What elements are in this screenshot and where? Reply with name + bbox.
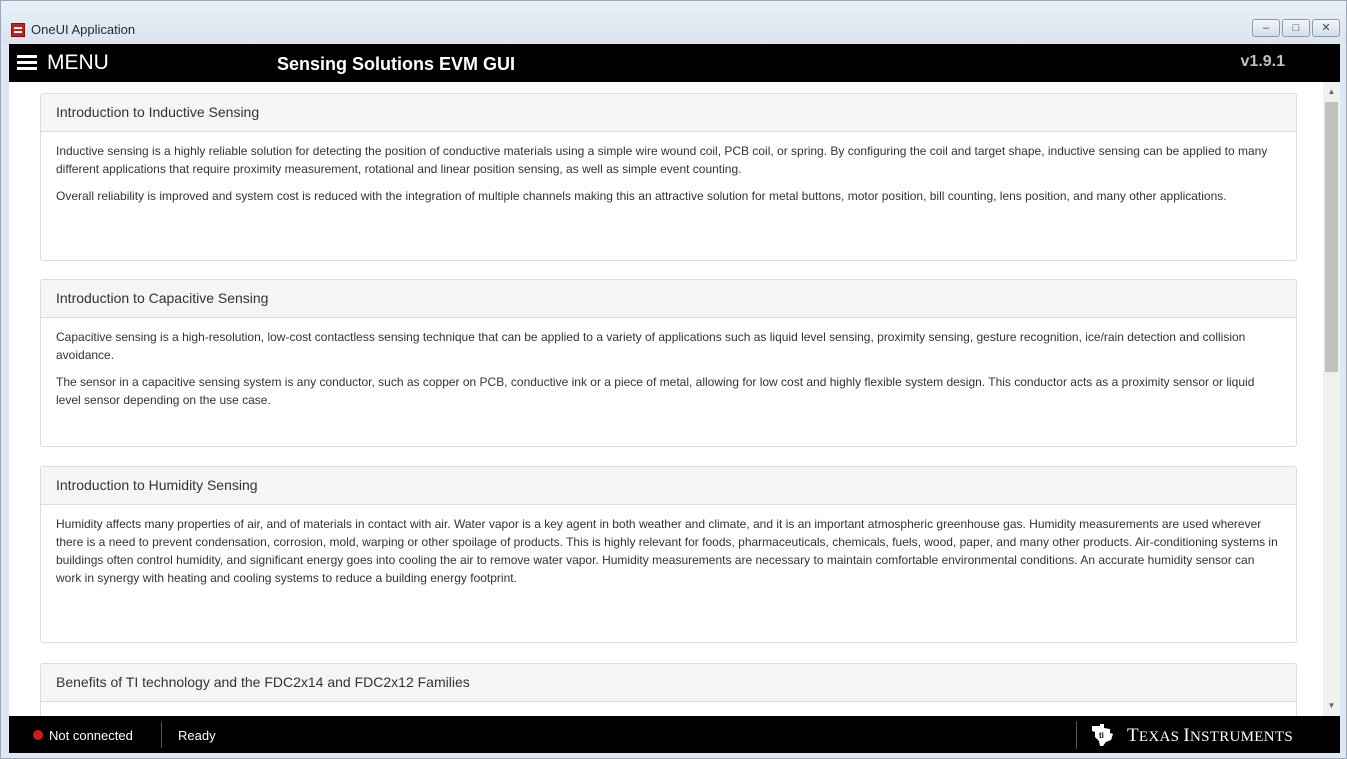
window-titlebar[interactable]: OneUI Application – □ ✕ — [1, 1, 1346, 43]
window-controls: – □ ✕ — [1252, 19, 1340, 37]
panel-ti-benefits: Benefits of TI technology and the FDC2x1… — [40, 663, 1297, 716]
minimize-icon: – — [1262, 21, 1270, 34]
panel-heading: Introduction to Humidity Sensing — [41, 467, 1296, 505]
panel-paragraph: Inductive sensing is a highly reliable s… — [56, 144, 1268, 176]
close-button[interactable]: ✕ — [1312, 19, 1340, 37]
panel-heading: Benefits of TI technology and the FDC2x1… — [41, 664, 1296, 702]
panel-capacitive-sensing: Introduction to Capacitive Sensing Capac… — [40, 279, 1297, 447]
menu-label: MENU — [47, 51, 109, 74]
scroll-down-icon[interactable]: ▼ — [1323, 698, 1340, 714]
status-text: Ready — [178, 728, 216, 743]
brand-divider — [1076, 721, 1077, 749]
maximize-icon: □ — [1292, 21, 1300, 34]
main-content[interactable]: Introduction to Inductive Sensing Induct… — [9, 82, 1340, 716]
brand-name: TEXAS INSTRUMENTS — [1127, 725, 1293, 746]
connection-status[interactable]: Not connected — [49, 728, 133, 743]
panel-body: Inductive sensing is a highly reliable s… — [41, 132, 1296, 222]
menu-button[interactable]: MENU — [9, 44, 109, 82]
panel-paragraph: Capacitive sensing is a high-resolution,… — [56, 330, 1246, 362]
scrollbar-thumb[interactable] — [1325, 102, 1338, 372]
vertical-scrollbar[interactable]: ▲ ▼ — [1323, 82, 1340, 716]
application-window: OneUI Application – □ ✕ MENU Sensing Sol… — [0, 0, 1347, 759]
hamburger-icon — [17, 55, 37, 71]
panel-paragraph: The sensor in a capacitive sensing syste… — [56, 375, 1255, 407]
panel-heading: Introduction to Capacitive Sensing — [41, 280, 1296, 318]
panel-inductive-sensing: Introduction to Inductive Sensing Induct… — [40, 93, 1297, 261]
maximize-button[interactable]: □ — [1282, 19, 1310, 37]
window-title: OneUI Application — [31, 22, 136, 37]
scroll-up-icon[interactable]: ▲ — [1323, 84, 1340, 100]
status-divider — [161, 722, 162, 748]
app-header: MENU Sensing Solutions EVM GUI v1.9.1 — [9, 44, 1340, 82]
close-icon: ✕ — [1321, 21, 1331, 34]
panel-paragraph: Overall reliability is improved and syst… — [56, 189, 1227, 203]
panel-humidity-sensing: Introduction to Humidity Sensing Humidit… — [40, 466, 1297, 643]
minimize-button[interactable]: – — [1252, 19, 1280, 37]
connection-status-icon — [33, 730, 43, 740]
ti-logo-icon: ti — [1092, 724, 1113, 746]
version-label: v1.9.1 — [1240, 53, 1285, 70]
app-title: Sensing Solutions EVM GUI — [277, 54, 516, 74]
panel-heading: Introduction to Inductive Sensing — [41, 94, 1296, 132]
svg-text:ti: ti — [1099, 731, 1104, 740]
panel-body: Humidity affects many properties of air,… — [41, 505, 1296, 604]
panel-body: Capacitive sensing is a high-resolution,… — [41, 318, 1296, 426]
status-bar: Not connected Ready ti TEXAS INSTRUMENTS — [9, 716, 1340, 753]
app-icon — [11, 23, 25, 37]
panel-paragraph: Humidity affects many properties of air,… — [56, 517, 1278, 585]
